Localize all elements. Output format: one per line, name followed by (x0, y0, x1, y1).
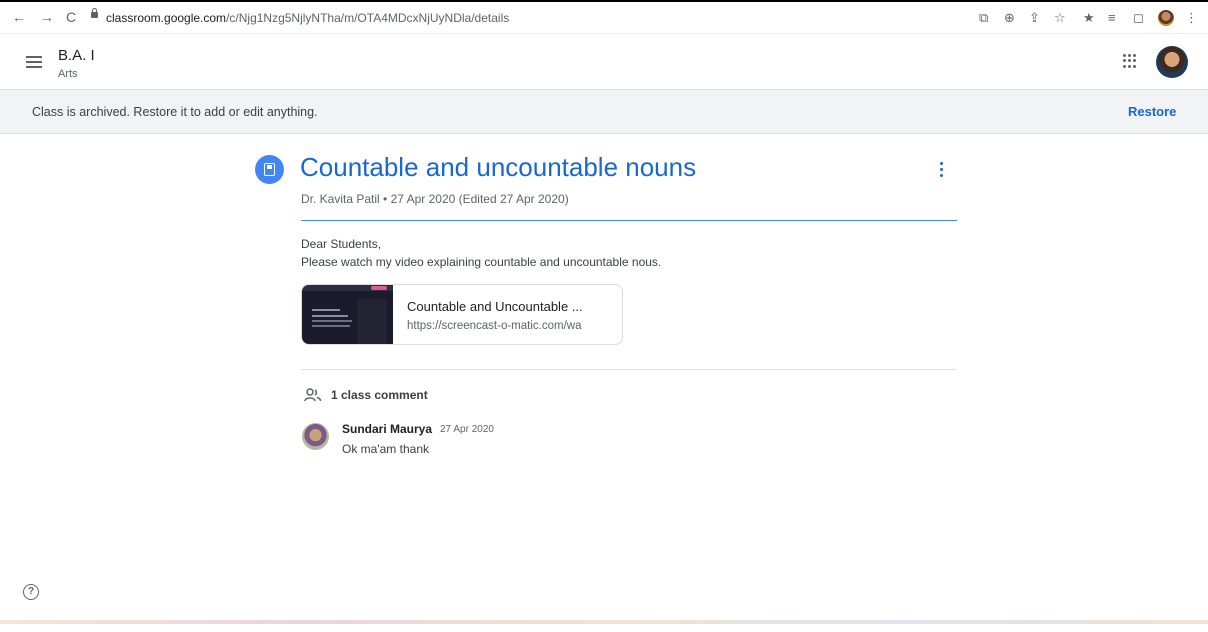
commenter-avatar (302, 423, 329, 450)
browser-profile-avatar[interactable] (1158, 10, 1174, 26)
reading-list-icon[interactable]: ≡ (1108, 10, 1116, 26)
browser-toolbar: ← → C classroom.google.com/c/Njg1Nzg5Njl… (0, 2, 1208, 34)
cast-icon[interactable]: ⧉ (979, 10, 988, 26)
class-comment-count[interactable]: 1 class comment (331, 388, 428, 402)
account-avatar[interactable] (1156, 46, 1188, 78)
class-section: Arts (58, 68, 78, 80)
help-icon[interactable]: ? (23, 584, 39, 600)
post-body-line: Dear Students, (301, 237, 382, 251)
comments-divider (301, 369, 957, 370)
class-name[interactable]: B.A. I (58, 47, 95, 64)
attachment-thumbnail (302, 285, 393, 344)
url-path: /c/Njg1Nzg5NjlyNTha/m/OTA4MDcxNjUyNDla/d… (226, 11, 510, 25)
comment-date: 27 Apr 2020 (440, 424, 494, 435)
attachment-card[interactable]: Countable and Uncountable ... https://sc… (301, 284, 623, 345)
post-meta: Dr. Kavita Patil • 27 Apr 2020 (Edited 2… (301, 192, 569, 206)
post-body-line: Please watch my video explaining countab… (301, 255, 662, 269)
browser-menu-icon[interactable]: ⋮ (1185, 10, 1198, 26)
google-apps-icon[interactable] (1123, 54, 1137, 68)
title-divider (301, 220, 957, 221)
more-options-icon[interactable] (940, 162, 944, 178)
people-icon (304, 388, 322, 402)
back-arrow-icon[interactable]: ← (12, 9, 26, 25)
zoom-icon[interactable]: ⊕ (1004, 10, 1015, 26)
comment-author: Sundari Maurya (342, 422, 433, 436)
archived-banner: Class is archived. Restore it to add or … (0, 90, 1208, 134)
material-icon (255, 155, 284, 184)
comment-text: Ok ma'am thank (342, 442, 429, 456)
side-panel-icon[interactable]: ◻ (1133, 10, 1144, 26)
url-host: classroom.google.com (106, 11, 227, 25)
bottom-decorative-strip (0, 620, 1208, 624)
lock-icon (91, 8, 98, 18)
attachment-title: Countable and Uncountable ... (407, 299, 583, 314)
extensions-icon[interactable]: ★ (1083, 10, 1095, 26)
reload-icon[interactable]: C (66, 9, 76, 25)
archived-message: Class is archived. Restore it to add or … (32, 105, 318, 119)
hamburger-menu-icon[interactable] (26, 56, 42, 68)
forward-arrow-icon[interactable]: → (40, 9, 54, 25)
post-title: Countable and uncountable nouns (300, 152, 697, 182)
share-icon[interactable]: ⇪ (1029, 10, 1040, 26)
restore-button[interactable]: Restore (1128, 104, 1176, 119)
classroom-header: B.A. I Arts (0, 34, 1208, 90)
address-bar[interactable]: classroom.google.com/c/Njg1Nzg5NjlyNTha/… (106, 11, 509, 25)
attachment-url: https://screencast-o-matic.com/wa (407, 320, 582, 332)
bookmark-star-icon[interactable]: ☆ (1054, 10, 1066, 26)
